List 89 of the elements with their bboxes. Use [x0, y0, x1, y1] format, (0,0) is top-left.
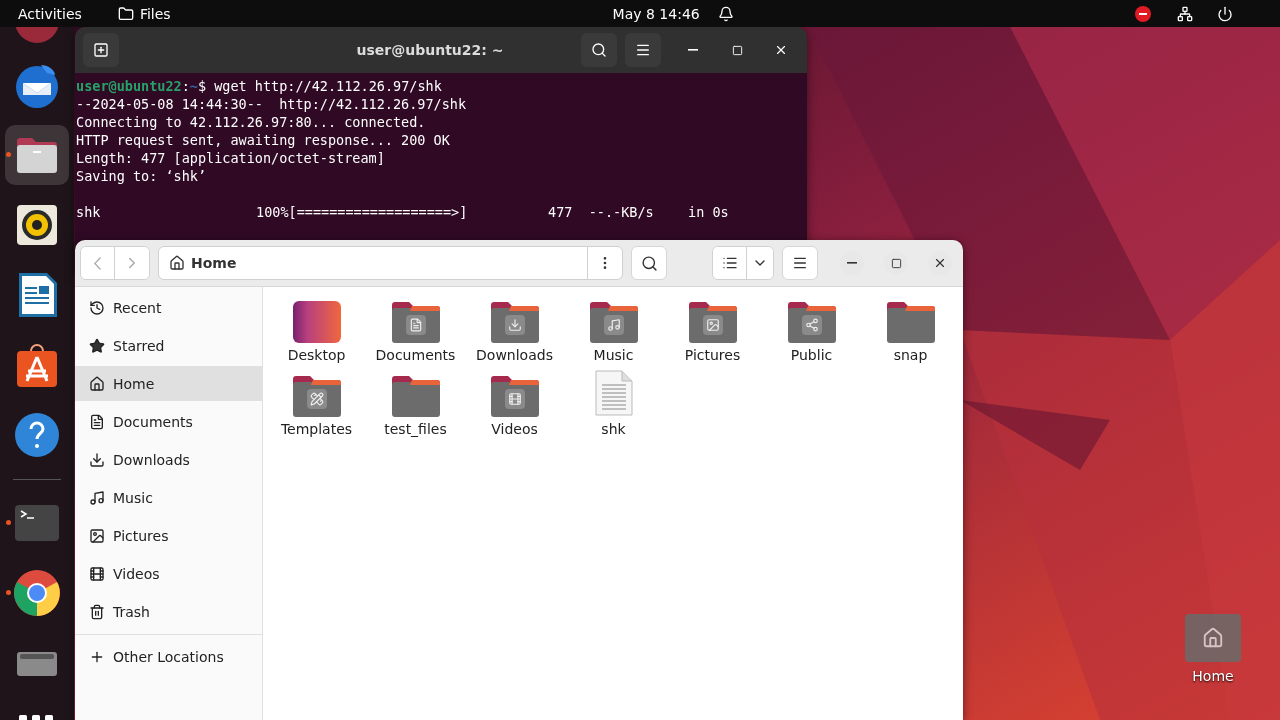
- search-button[interactable]: [631, 246, 667, 280]
- search-icon: [640, 254, 658, 272]
- sidebar-item[interactable]: Pictures: [75, 518, 262, 553]
- maximize-icon: [890, 257, 902, 269]
- music-note-icon: [89, 489, 105, 506]
- list-view-button[interactable]: [713, 247, 747, 279]
- sidebar-item[interactable]: Videos: [75, 556, 262, 591]
- list-icon: [721, 255, 738, 271]
- sidebar-item[interactable]: Other Locations: [75, 639, 262, 674]
- home-folder-icon[interactable]: [1185, 614, 1241, 662]
- sidebar-item[interactable]: Starred: [75, 328, 262, 363]
- search-icon: [591, 42, 607, 58]
- notification-icon[interactable]: [717, 5, 734, 22]
- folder-icon: [391, 375, 440, 417]
- running-dot: [6, 520, 11, 525]
- menu-icon: [792, 255, 808, 271]
- sidebar-item[interactable]: Documents: [75, 404, 262, 439]
- minimize-icon: [688, 49, 698, 51]
- search-button[interactable]: [581, 33, 617, 67]
- power-icon[interactable]: [1216, 5, 1233, 22]
- home-icon: [169, 255, 185, 271]
- plus-icon: [93, 42, 109, 58]
- sidebar-item[interactable]: Downloads: [75, 442, 262, 477]
- activities-button[interactable]: Activities: [18, 5, 82, 22]
- terminal-line: 477 --.-KB/s: [548, 203, 655, 221]
- image-icon: [705, 318, 720, 332]
- share-icon: [804, 318, 819, 332]
- file-name[interactable]: shk: [601, 421, 626, 437]
- download-icon: [89, 451, 105, 468]
- file-name[interactable]: Public: [790, 347, 833, 363]
- file-name[interactable]: test_files: [384, 421, 447, 437]
- desktop-folder-icon: [292, 301, 341, 343]
- terminal-line: 100%[===================>]: [256, 203, 469, 221]
- file-name[interactable]: snap: [893, 347, 928, 363]
- film-icon: [507, 392, 522, 406]
- running-dot: [6, 590, 11, 595]
- clock-icon: [89, 299, 105, 316]
- minimize-icon: [847, 262, 857, 264]
- dock-item-highlight[interactable]: [5, 125, 69, 185]
- ruler-icon: [309, 392, 324, 406]
- terminal-line: Length: 477 [application/octet-stream]: [76, 149, 386, 167]
- trash-icon: [89, 603, 105, 620]
- menu-icon: [635, 42, 651, 58]
- document-icon: [89, 413, 105, 430]
- document-icon: [408, 318, 423, 332]
- browser-icon[interactable]: [13, 569, 61, 617]
- menu-button[interactable]: [782, 246, 818, 280]
- clock[interactable]: May 8 14:46: [612, 5, 700, 22]
- terminal-line: HTTP request sent, awaiting response... 200 OK: [76, 131, 451, 149]
- film-icon: [89, 565, 105, 582]
- terminal-line: in 0s: [688, 203, 729, 221]
- terminal-line: shk: [76, 203, 102, 221]
- network-icon[interactable]: [1176, 5, 1193, 22]
- desktop-icon-label[interactable]: Home: [1192, 668, 1234, 684]
- text-file-icon: [593, 369, 634, 417]
- file-name[interactable]: Videos: [491, 421, 538, 437]
- download-icon: [507, 318, 522, 332]
- terminal-line: Saving to: ‘shk’: [76, 167, 208, 185]
- folder-icon: [886, 301, 935, 343]
- help-icon[interactable]: [13, 411, 61, 459]
- file-name[interactable]: Documents: [375, 347, 456, 363]
- new-tab-button[interactable]: [83, 33, 119, 67]
- sidebar-item[interactable]: Trash: [75, 594, 262, 629]
- drive-icon[interactable]: [17, 650, 57, 676]
- running-dot: [6, 152, 11, 157]
- star-icon: [89, 337, 105, 354]
- close-icon: [933, 256, 947, 270]
- file-name[interactable]: Music: [593, 347, 634, 363]
- image-icon: [89, 527, 105, 544]
- file-name[interactable]: Desktop: [287, 347, 346, 363]
- terminal-line: user@ubuntu22:~$ wget http://42.112.26.97/shk: [76, 77, 443, 95]
- sidebar-item[interactable]: Recent: [75, 290, 262, 325]
- window-title: user@ubuntu22: ~: [355, 42, 505, 58]
- menu-button[interactable]: [625, 33, 661, 67]
- maximize-icon: [731, 44, 743, 56]
- file-name[interactable]: Downloads: [476, 347, 553, 363]
- back-icon: [94, 256, 101, 270]
- terminal-line: --2024-05-08 14:44:30-- http://42.112.26.97/shk: [76, 95, 468, 113]
- sidebar-item[interactable]: Music: [75, 480, 262, 515]
- sidebar-item[interactable]: Home: [75, 366, 262, 401]
- file-name[interactable]: Pictures: [684, 347, 741, 363]
- do-not-disturb-icon[interactable]: [1134, 5, 1151, 22]
- app-menu[interactable]: Files: [117, 5, 171, 22]
- music-note-icon: [606, 318, 621, 332]
- home-icon: [89, 375, 105, 392]
- terminal-line: Connecting to 42.112.26.97:80... connected.: [76, 113, 427, 131]
- file-name[interactable]: Templates: [280, 421, 353, 437]
- folder-icon: [117, 5, 134, 22]
- close-icon: [774, 43, 788, 57]
